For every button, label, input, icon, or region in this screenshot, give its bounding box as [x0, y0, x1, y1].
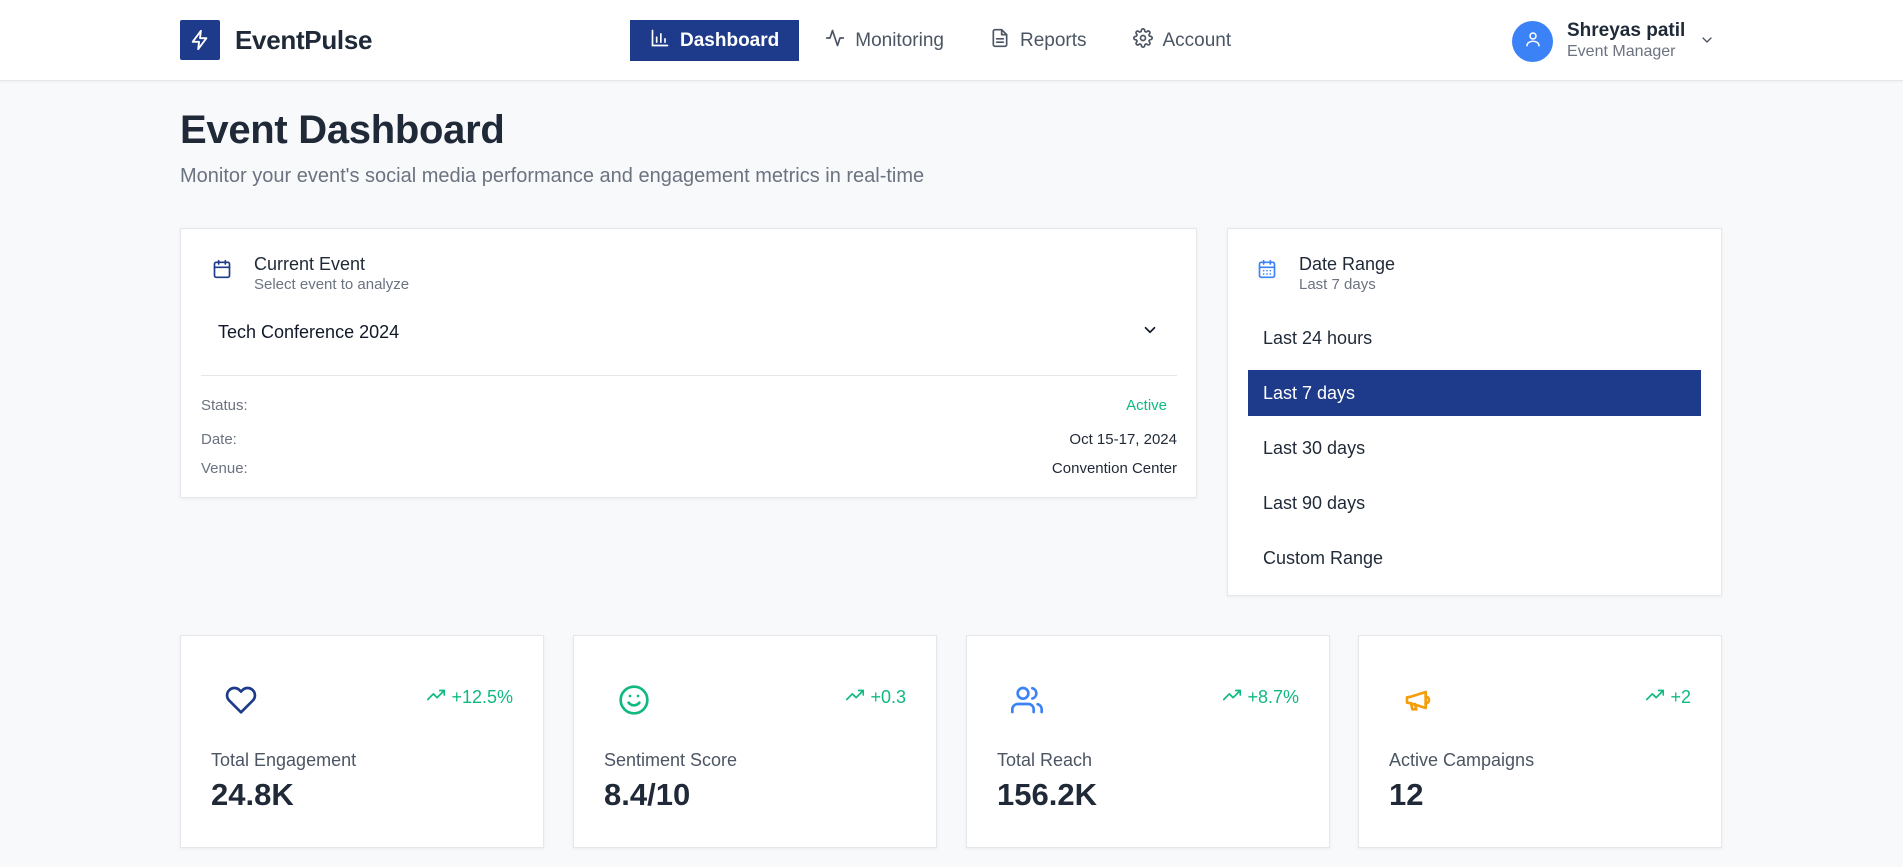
date-label: Date:	[201, 431, 237, 448]
activity-icon	[825, 28, 855, 54]
date-range-options: Last 24 hours Last 7 days Last 30 days L…	[1248, 315, 1701, 590]
event-venue-row: Venue: Convention Center	[201, 460, 1177, 477]
range-option-24h[interactable]: Last 24 hours	[1248, 315, 1701, 361]
user-role: Event Manager	[1567, 43, 1676, 60]
metric-label: Sentiment Score	[604, 750, 738, 770]
trending-up-icon	[427, 686, 451, 709]
metric-value: 156.2K	[997, 777, 1097, 812]
nav-account[interactable]: Account	[1113, 20, 1252, 61]
metric-change: +12.5%	[427, 686, 513, 709]
current-event-title: Current Event	[254, 254, 366, 274]
date-range-header: Date Range Last 7 days	[1257, 253, 1395, 295]
date-range-card: Date Range Last 7 days Last 24 hours Las…	[1227, 228, 1722, 596]
metric-label: Total Reach	[997, 750, 1093, 770]
page-title: Event Dashboard	[180, 108, 505, 152]
nav-reports-label: Reports	[1019, 29, 1087, 51]
metric-card-engagement: +12.5% Total Engagement 24.8K	[180, 635, 544, 848]
metric-card-sentiment: +0.3 Sentiment Score 8.4/10	[573, 635, 937, 848]
status-badge: Active	[1126, 397, 1167, 414]
event-select-value: Tech Conference 2024	[218, 321, 400, 342]
metric-card-campaigns: +2 Active Campaigns 12	[1358, 635, 1722, 848]
megaphone-icon	[1403, 684, 1435, 721]
date-value: Oct 15-17, 2024	[1069, 431, 1177, 448]
chevron-down-icon[interactable]	[1699, 32, 1715, 53]
metric-change: +2	[1646, 686, 1691, 709]
metric-change-value: +2	[1670, 687, 1691, 707]
status-label: Status:	[201, 397, 248, 414]
date-range-subtitle: Last 7 days	[1299, 276, 1376, 293]
metric-change: +0.3	[846, 686, 906, 709]
app-name: EventPulse	[235, 24, 373, 55]
event-date-row: Date: Oct 15-17, 2024	[201, 431, 1177, 448]
calendar-icon	[212, 259, 232, 284]
nav-monitoring[interactable]: Monitoring	[805, 20, 964, 61]
nav-reports[interactable]: Reports	[970, 20, 1107, 61]
range-option-custom[interactable]: Custom Range	[1248, 535, 1701, 581]
main-nav: Dashboard Monitoring Reports Account	[630, 20, 1257, 61]
user-name: Shreyas patil	[1567, 20, 1686, 41]
nav-dashboard-label: Dashboard	[680, 29, 780, 51]
logo[interactable]: EventPulse	[180, 20, 372, 60]
venue-value: Convention Center	[1051, 460, 1177, 477]
event-status-row: Status: Active	[201, 397, 1177, 414]
current-event-subtitle: Select event to analyze	[254, 276, 410, 293]
metric-value: 12	[1389, 777, 1424, 812]
metric-change: +8.7%	[1223, 686, 1299, 709]
event-select[interactable]: Tech Conference 2024	[201, 307, 1177, 357]
nav-account-label: Account	[1162, 29, 1232, 51]
avatar	[1512, 20, 1553, 62]
current-event-card: Current Event Select event to analyze Te…	[180, 228, 1197, 498]
date-range-title: Date Range	[1299, 254, 1396, 274]
range-option-30d[interactable]: Last 30 days	[1248, 425, 1701, 471]
nav-monitoring-label: Monitoring	[855, 29, 944, 51]
trending-up-icon	[1646, 686, 1670, 709]
heart-icon	[225, 684, 257, 721]
bar-chart-icon	[650, 28, 680, 54]
metric-label: Active Campaigns	[1389, 750, 1535, 770]
venue-label: Venue:	[201, 460, 248, 477]
page-subtitle: Monitor your event's social media perfor…	[180, 165, 925, 187]
gear-icon	[1132, 27, 1163, 54]
metric-change-value: +0.3	[870, 687, 906, 707]
metric-value: 8.4/10	[604, 777, 691, 812]
metric-card-reach: +8.7% Total Reach 156.2K	[966, 635, 1330, 848]
file-text-icon	[990, 28, 1020, 54]
trending-up-icon	[846, 686, 870, 709]
chevron-down-icon	[1141, 321, 1159, 344]
divider	[201, 375, 1177, 376]
range-option-7d[interactable]: Last 7 days	[1248, 370, 1701, 416]
users-icon	[1011, 684, 1043, 721]
metric-change-value: +12.5%	[451, 687, 513, 707]
metric-label: Total Engagement	[211, 750, 357, 770]
trending-up-icon	[1223, 686, 1247, 709]
top-navbar: EventPulse Dashboard Monitoring Reports …	[0, 0, 1903, 81]
user-icon	[1524, 30, 1542, 53]
lightning-icon	[180, 20, 220, 60]
nav-dashboard[interactable]: Dashboard	[630, 20, 800, 61]
current-event-header: Current Event Select event to analyze	[212, 253, 409, 295]
user-menu[interactable]: Shreyas patil Event Manager	[1512, 20, 1715, 62]
smile-icon	[618, 684, 650, 721]
metric-change-value: +8.7%	[1247, 687, 1299, 707]
calendar-days-icon	[1257, 259, 1277, 284]
metric-value: 24.8K	[211, 777, 294, 812]
range-option-90d[interactable]: Last 90 days	[1248, 480, 1701, 526]
